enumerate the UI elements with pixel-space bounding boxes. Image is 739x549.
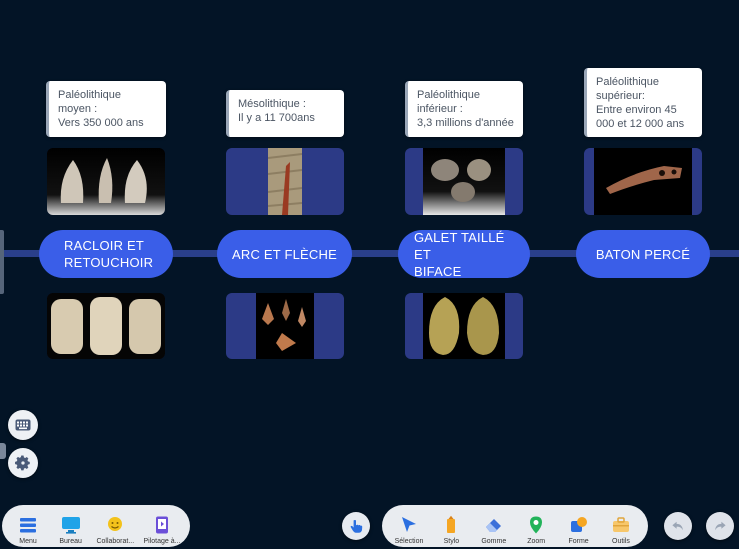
settings-button[interactable] [8,448,38,478]
redo-button[interactable] [706,512,734,540]
remote-control-button[interactable]: Pilotage à... [142,507,182,545]
timeline-item-baton[interactable]: BATON PERCÉ [576,230,710,278]
pen-tool[interactable]: Stylo [434,507,468,545]
info-line: Paléolithique [596,76,659,88]
keyboard-button[interactable] [8,410,38,440]
image-card-arc-top[interactable] [226,148,344,215]
info-line: Entre environ 45 [596,104,677,116]
arrowheads-image [256,293,314,359]
keyboard-icon [15,419,31,431]
menu-label: Menu [19,538,37,545]
three-flint-points-image [47,148,165,215]
bottom-right-toolbar: Sélection Stylo Gomme Zoom Forme Outils [382,505,648,547]
side-toggle-tab[interactable] [0,443,6,459]
redo-icon [715,521,726,531]
item-title-line1: GALET TAILLÉ ET [414,229,505,262]
tools-button[interactable]: Outils [604,507,638,545]
arrow-on-wood-image [268,148,302,215]
three-scrapers-image [47,293,165,359]
zoom-label: Zoom [527,538,546,545]
toolbox-icon [612,517,629,532]
image-card-arc-bottom[interactable] [226,293,344,359]
info-line: inférieur : [417,103,463,115]
hand-pointer-icon [350,520,363,533]
shape-tool[interactable]: Forme [562,507,596,545]
image-card-racloir-bottom[interactable] [47,293,165,359]
pen-icon [447,515,456,533]
eraser-icon [485,519,501,532]
desktop-button[interactable]: Bureau [53,507,89,545]
selection-label: Sélection [394,538,424,545]
item-title-line2: BIFACE [414,263,462,279]
zoom-tool[interactable]: Zoom [519,507,553,545]
info-bubble-arc[interactable]: Mésolithique : Il y a 11 700ans [226,90,344,137]
timeline-item-galet[interactable]: GALET TAILLÉ ET BIFACE [398,229,530,279]
selection-tool[interactable]: Sélection [392,507,426,545]
timeline-item-racloir[interactable]: RACLOIR ET RETOUCHOIR [39,230,173,278]
image-card-racloir-top[interactable] [47,148,165,215]
shape-icon [570,517,587,532]
collaboration-icon [108,517,123,531]
eraser-label: Gomme [481,538,507,545]
collaboration-label: Collaborat... [96,538,135,545]
desktop-label: Bureau [59,538,82,545]
perforated-baton-image [594,148,692,215]
gear-icon [15,455,30,471]
timeline-item-arc[interactable]: ARC ET FLÈCHE [217,230,352,278]
info-line: Il y a 11 700ans [238,112,315,124]
item-title-line1: RACLOIR ET [64,238,145,253]
shape-label: Forme [568,538,589,545]
info-line: Mésolithique : [238,98,306,110]
menu-icon [20,518,36,533]
info-line: supérieur: [596,90,645,102]
tools-label: Outils [612,538,630,545]
info-bubble-baton[interactable]: Paléolithique supérieur: Entre environ 4… [584,68,702,137]
bottom-left-toolbar: Menu Bureau Collaborat... Pilotage à... [2,505,190,547]
info-line: Paléolithique [417,89,480,101]
info-line: moyen : [58,103,98,115]
image-card-galet-bottom[interactable] [405,293,523,359]
pen-label: Stylo [443,538,460,545]
zoom-pin-icon [530,516,543,534]
remote-control-label: Pilotage à... [143,538,181,545]
info-line: 000 et 12 000 ans [596,118,685,130]
image-card-baton-top[interactable] [584,148,702,215]
item-title-line1: ARC ET FLÈCHE [232,246,337,262]
bifaces-image [423,293,505,359]
side-panel-handle[interactable] [0,230,4,294]
eraser-tool[interactable]: Gomme [477,507,511,545]
touch-mode-button[interactable] [342,512,370,540]
image-card-galet-top[interactable] [405,148,523,215]
item-title-line1: BATON PERCÉ [595,246,691,262]
pebble-tools-image [423,148,505,215]
remote-control-icon [155,516,168,534]
cursor-icon [402,517,416,532]
info-line: Vers 350 000 ans [58,117,144,129]
menu-button[interactable]: Menu [10,507,46,545]
undo-icon [672,521,683,531]
undo-button[interactable] [664,512,692,540]
info-line: Paléolithique [58,89,121,101]
info-bubble-racloir[interactable]: Paléolithique moyen : Vers 350 000 ans [46,81,166,137]
info-line: 3,3 millions d'année [417,117,514,129]
desktop-icon [61,517,80,534]
item-title-line2: RETOUCHOIR [64,255,154,270]
info-bubble-galet[interactable]: Paléolithique inférieur : 3,3 millions d… [405,81,523,137]
collaboration-button[interactable]: Collaborat... [95,507,135,545]
